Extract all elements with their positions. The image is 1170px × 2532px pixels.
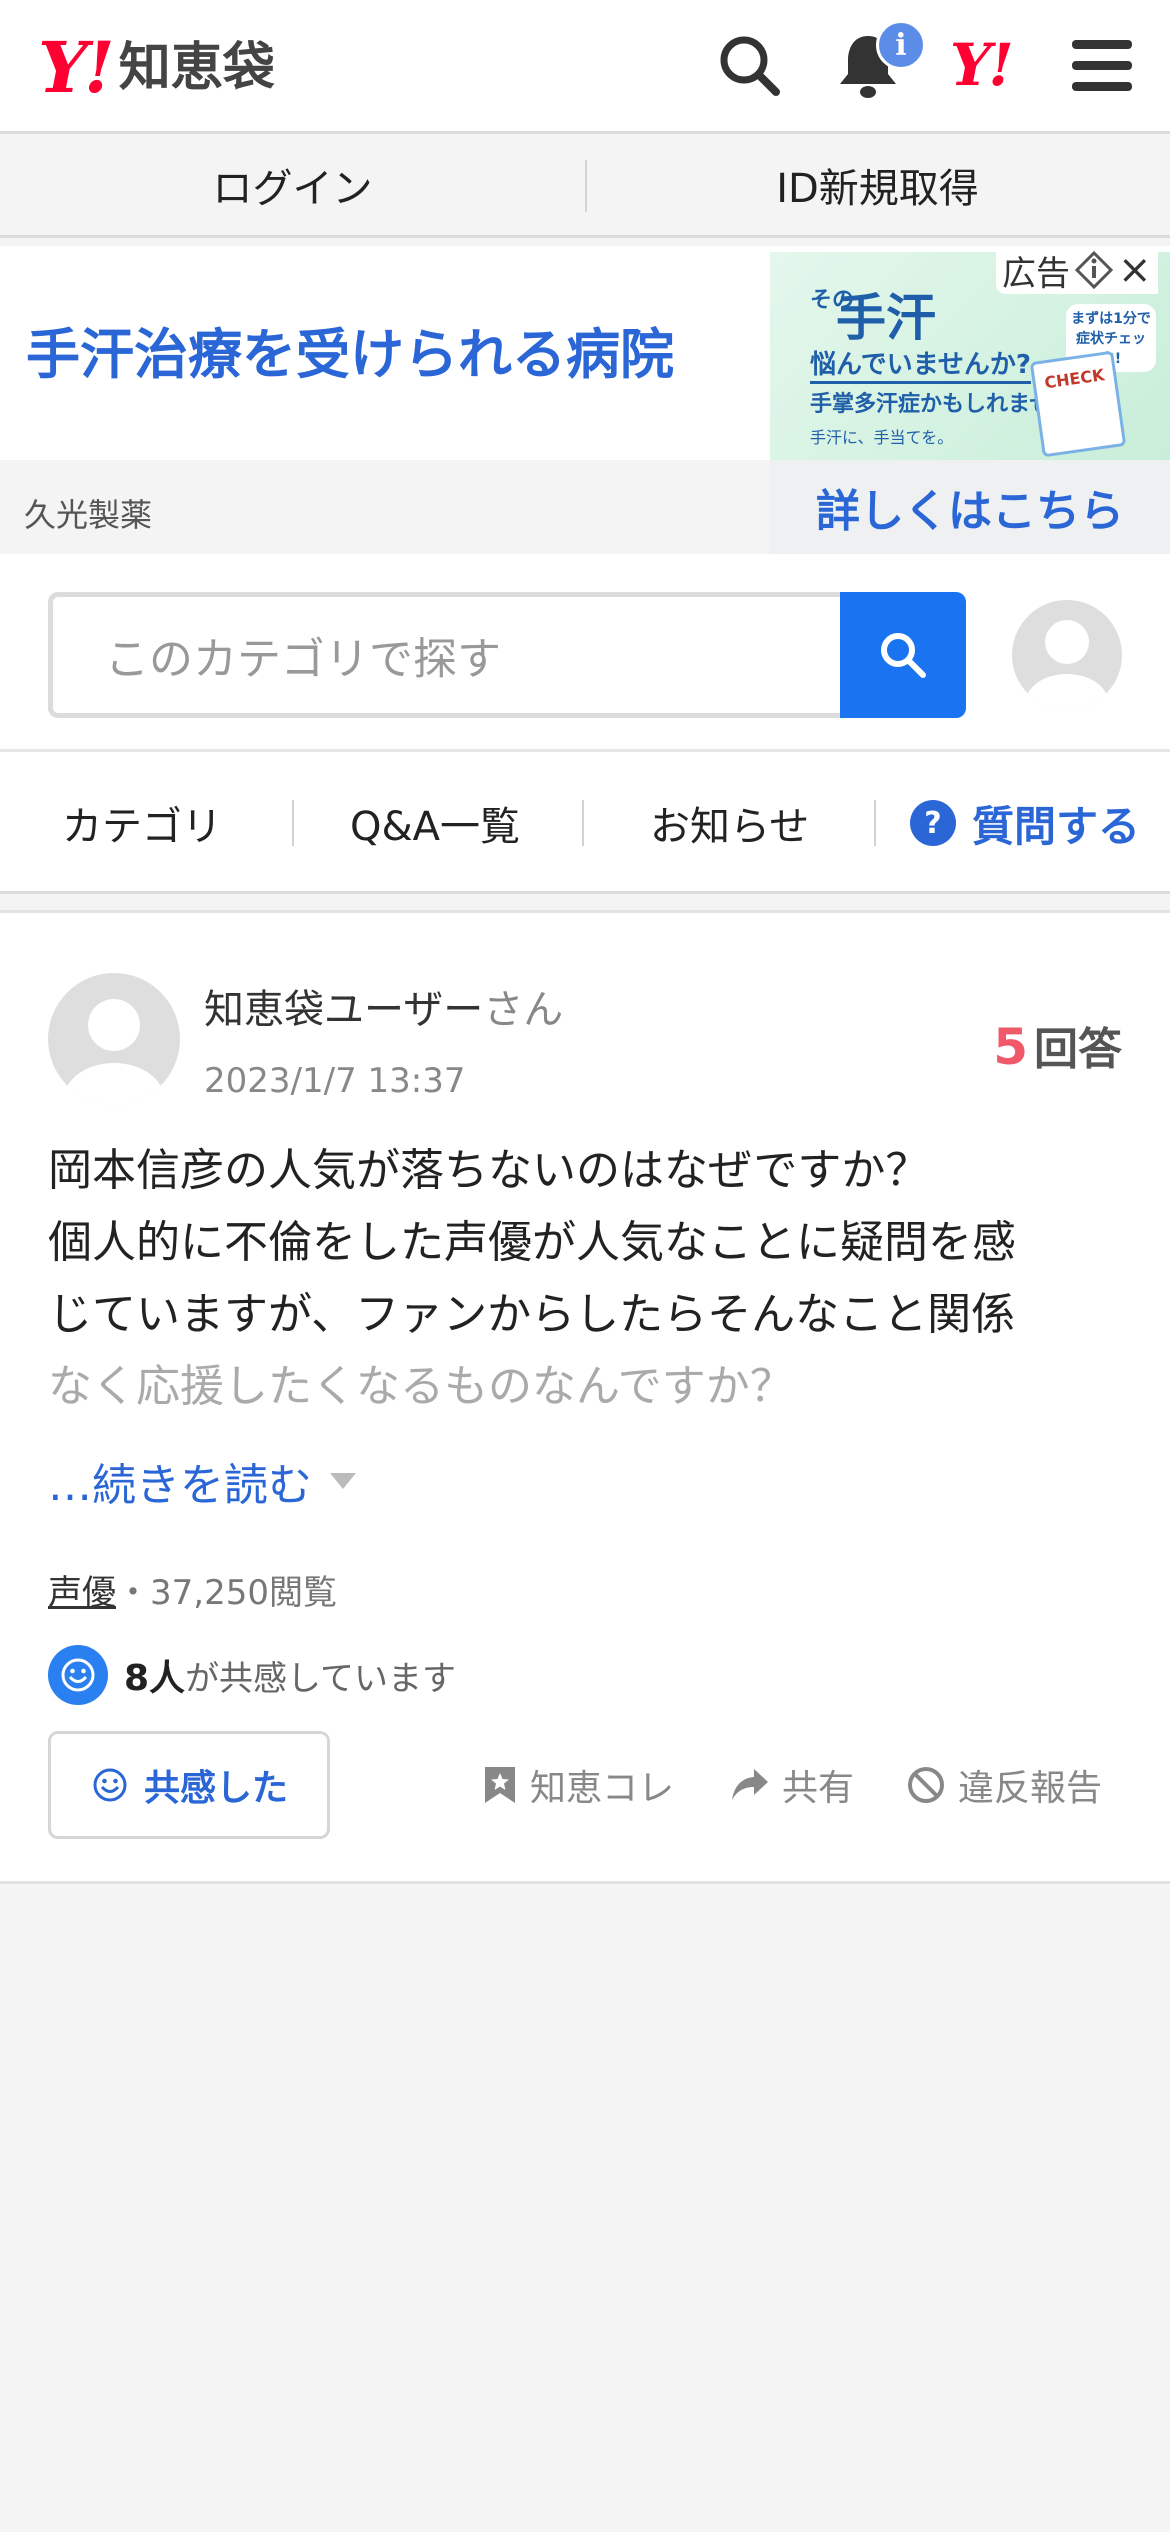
clipboard-label: CHECK xyxy=(1043,365,1106,393)
avatar[interactable] xyxy=(48,973,180,1105)
ad-label-box: 広告 × xyxy=(996,246,1158,294)
question-line: 岡本信彦の人気が落ちないのはなぜですか？ xyxy=(48,1145,930,1196)
smile-icon xyxy=(48,1645,108,1705)
signup-link[interactable]: ID新規取得 xyxy=(585,134,1170,235)
ask-question-button[interactable]: ? 質問する xyxy=(910,752,1140,894)
question-card: 知恵袋ユーザーさん 2023/1/7 13:37 5 回答 岡本信彦の人気が落ち… xyxy=(0,910,1170,1884)
category-nav: カテゴリ Q&A一覧 お知らせ ? 質問する xyxy=(0,752,1170,894)
read-more-label: …続きを読む xyxy=(48,1460,312,1511)
menu-icon[interactable] xyxy=(1066,30,1138,102)
search-input[interactable]: このカテゴリで探す xyxy=(48,592,848,718)
empathy-button[interactable]: 共感した xyxy=(48,1731,330,1839)
ad-banner[interactable]: 手汗治療を受けられる病院 その 手汗 悩んでいませんか? 手掌多汗症かもしれませ… xyxy=(0,246,1170,554)
tab-divider xyxy=(874,800,876,846)
app-header: Y! 知恵袋 i Y! xyxy=(0,0,1170,134)
question-line: 個人的に不倫をした声優が人気なことに疑問を感 xyxy=(48,1217,1016,1268)
question-meta: 声優・37,250閲覧 xyxy=(48,1565,337,1614)
chiebukuro-logo[interactable]: Y! 知恵袋 xyxy=(38,28,275,108)
smile-icon xyxy=(93,1768,127,1802)
save-collection-label: 知恵コレ xyxy=(530,1768,675,1809)
logo-text: 知恵袋 xyxy=(118,38,275,98)
category-link[interactable]: 声優 xyxy=(48,1573,116,1613)
empathy-text: が共感しています xyxy=(185,1659,457,1699)
ask-label: 質問する xyxy=(972,801,1141,851)
ad-image-subtitle: 悩んでいませんか? xyxy=(810,344,1032,384)
share-button[interactable]: 共有 xyxy=(730,1751,854,1819)
question-author[interactable]: 知恵袋ユーザーさん xyxy=(204,977,563,1035)
meta-separator: ・ xyxy=(116,1573,150,1613)
avatar[interactable] xyxy=(1012,600,1122,710)
search-button[interactable] xyxy=(840,592,966,718)
read-more-link[interactable]: …続きを読む xyxy=(48,1449,356,1513)
report-label: 違反報告 xyxy=(958,1768,1103,1809)
search-icon xyxy=(881,633,926,678)
tab-divider xyxy=(582,800,584,846)
yahoo-logo-mark: Y! xyxy=(38,26,115,109)
ad-image-tagline: 手汗に、手当てを。 xyxy=(810,428,954,447)
empathy-button-label: 共感した xyxy=(143,1768,288,1809)
answer-count-number: 5 xyxy=(993,1018,1028,1076)
answer-count-label: 回答 xyxy=(1034,1024,1122,1075)
chevron-down-icon xyxy=(330,1473,356,1489)
author-name: 知恵袋ユーザー xyxy=(204,987,484,1033)
question-body: 岡本信彦の人気が落ちないのはなぜですか？ 個人的に不倫をした声優が人気なことに疑… xyxy=(48,1135,1128,1423)
tab-divider xyxy=(292,800,294,846)
ad-sponsor: 久光製薬 xyxy=(24,496,153,534)
question-date: 2023/1/7 13:37 xyxy=(204,1061,466,1101)
save-collection-button[interactable]: 知恵コレ xyxy=(482,1751,674,1819)
share-arrow-icon xyxy=(732,1769,768,1800)
search-icon[interactable] xyxy=(714,30,786,102)
login-bar-divider xyxy=(585,160,587,212)
tab-qa-list[interactable]: Q&A一覧 xyxy=(350,752,520,894)
report-button[interactable]: 違反報告 xyxy=(906,1751,1102,1819)
login-link[interactable]: ログイン xyxy=(0,134,585,235)
empathy-count: 8人 xyxy=(124,1658,186,1699)
ad-label: 広告 xyxy=(1002,253,1070,294)
tab-category[interactable]: カテゴリ xyxy=(62,752,222,894)
bookmark-star-icon xyxy=(485,1767,515,1803)
login-bar: ログイン ID新規取得 xyxy=(0,134,1170,238)
ad-cta-button[interactable]: 詳しくはこちら xyxy=(770,460,1170,554)
prohibited-icon xyxy=(908,1767,944,1803)
share-label: 共有 xyxy=(782,1768,855,1809)
user-icon xyxy=(64,999,164,1105)
tab-notice[interactable]: お知らせ xyxy=(650,752,809,894)
ad-footer: 久光製薬 詳しくはこちら xyxy=(0,460,1170,554)
empathy-summary: 8人が共感しています xyxy=(48,1645,456,1705)
user-icon xyxy=(1025,620,1109,710)
ad-image-headline: 手汗 xyxy=(836,289,936,347)
clipboard-illustration: CHECK xyxy=(1029,350,1127,458)
yahoo-logo[interactable]: Y! xyxy=(950,36,1014,94)
notification-badge: i xyxy=(876,20,926,70)
author-honorific: さん xyxy=(483,987,564,1033)
search-bar: このカテゴリで探す xyxy=(0,554,1170,752)
view-count: 37,250閲覧 xyxy=(150,1573,337,1613)
close-icon[interactable]: × xyxy=(1118,250,1152,290)
ad-info-icon[interactable] xyxy=(1074,250,1114,290)
question-line: じていますが、ファンからしたらそんなこと関係 xyxy=(48,1289,1016,1340)
answer-count[interactable]: 5 回答 xyxy=(993,1013,1122,1077)
question-icon: ? xyxy=(910,800,956,846)
question-line-faded: なく応援したくなるものなんですか？ xyxy=(48,1361,794,1412)
ad-title[interactable]: 手汗治療を受けられる病院 xyxy=(26,310,674,389)
